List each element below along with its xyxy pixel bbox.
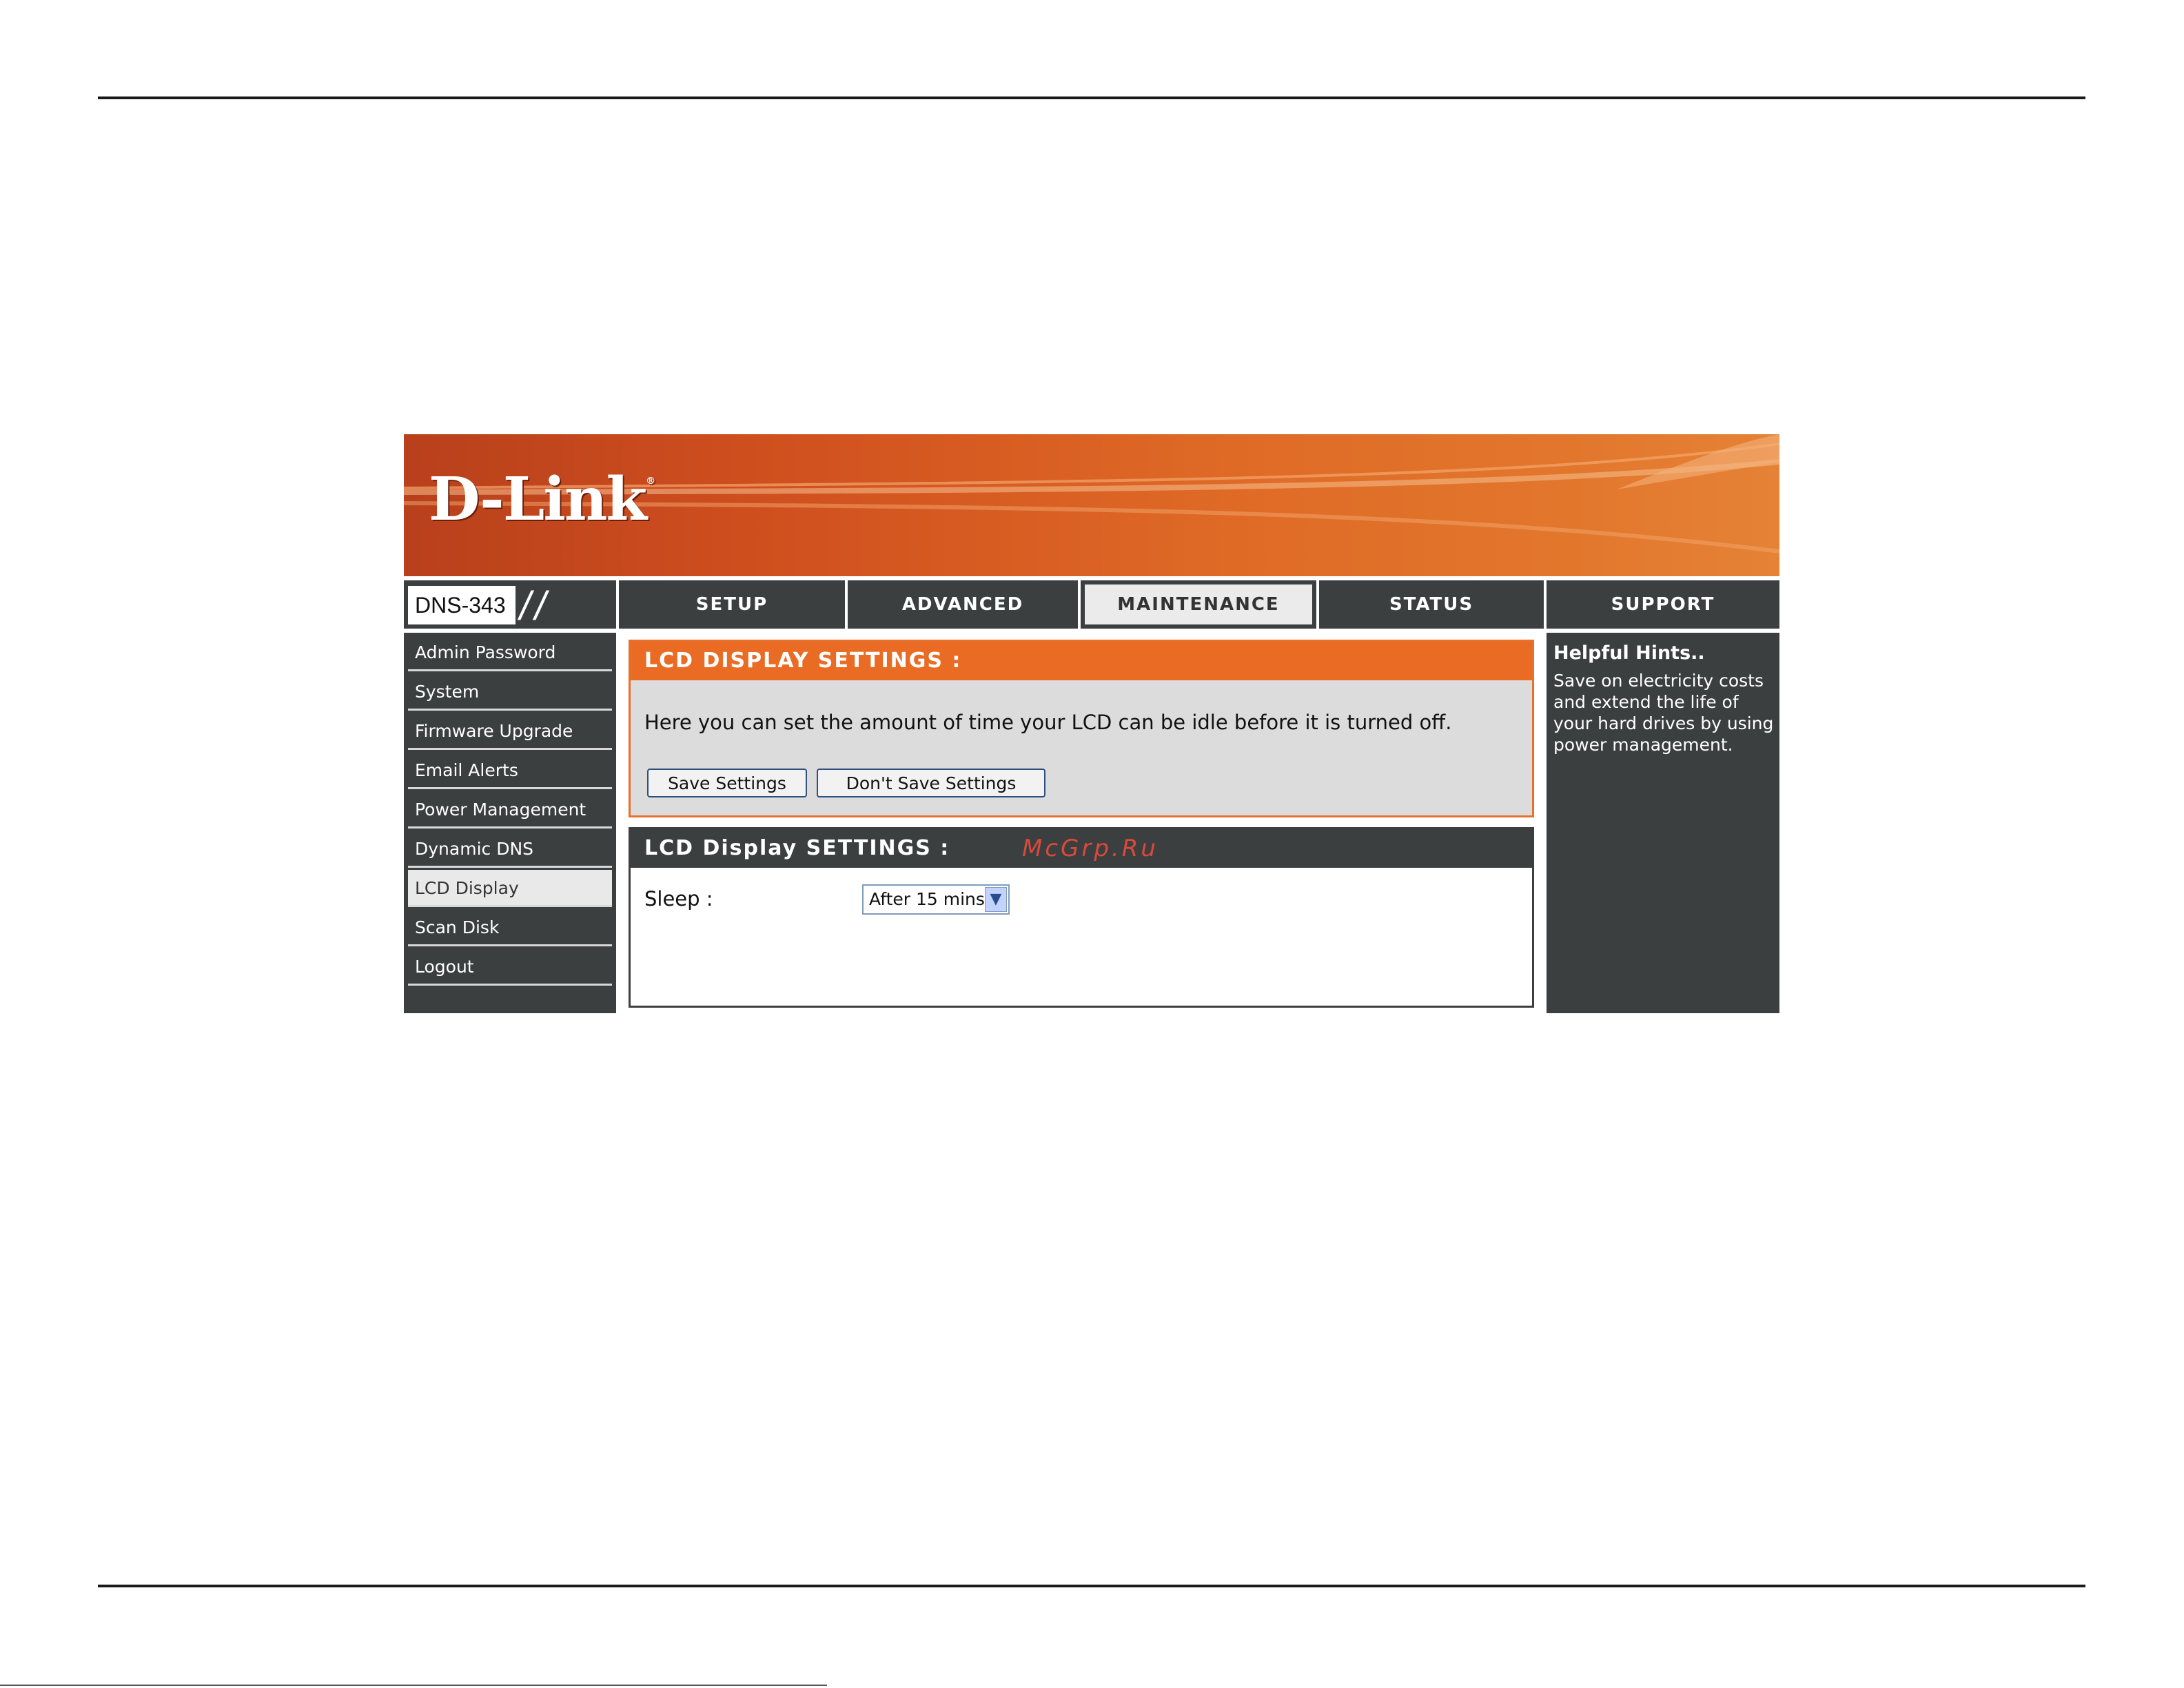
d-link-logo: D-Link® <box>429 465 655 534</box>
sleep-select-value: After 15 mins <box>869 889 985 909</box>
lcd-settings-panel: LCD DISPLAY SETTINGS : Here you can set … <box>629 640 1534 817</box>
slash-icon: / <box>535 584 547 629</box>
lcd-display-settings-panel: LCD Display SETTINGS : McGrp.Ru Sleep : … <box>629 827 1534 1008</box>
slash-icon: / <box>520 584 531 629</box>
model-label: DNS-343 <box>408 586 516 624</box>
hints-title: Helpful Hints.. <box>1553 642 1705 664</box>
sidebar-item-logout[interactable]: Logout <box>408 948 612 986</box>
sidebar-item-scan-disk[interactable]: Scan Disk <box>408 909 612 946</box>
sidebar-item-system[interactable]: System <box>408 673 612 711</box>
model-badge: DNS-343 / / <box>404 580 616 629</box>
tab-status[interactable]: STATUS <box>1319 580 1544 629</box>
sidebar-item-dynamic-dns[interactable]: Dynamic DNS <box>408 831 612 868</box>
page-edge-line <box>0 1685 827 1686</box>
sidebar-item-lcd-display[interactable]: LCD Display <box>408 870 612 907</box>
sidebar-item-firmware-upgrade[interactable]: Firmware Upgrade <box>408 713 612 750</box>
main-content: LCD DISPLAY SETTINGS : Here you can set … <box>629 640 1534 1012</box>
sidebar-item-power-management[interactable]: Power Management <box>408 791 612 828</box>
panel-title-text: LCD Display SETTINGS : <box>644 836 950 860</box>
top-divider <box>98 96 2085 99</box>
header-banner: D-Link® <box>404 434 1779 576</box>
chevron-down-icon[interactable]: ▼ <box>985 887 1007 912</box>
panel-description: Here you can set the amount of time your… <box>644 711 1452 734</box>
top-nav: DNS-343 / / SETUP ADVANCED MAINTENANCE S… <box>404 580 1779 629</box>
tab-maintenance[interactable]: MAINTENANCE <box>1081 580 1316 629</box>
bottom-divider <box>98 1585 2085 1587</box>
save-settings-button[interactable]: Save Settings <box>647 769 807 797</box>
tab-setup[interactable]: SETUP <box>619 580 845 629</box>
helpful-hints-panel: Helpful Hints.. Save on electricity cost… <box>1547 633 1779 1013</box>
sleep-select[interactable]: After 15 mins ▼ <box>862 884 1010 915</box>
tab-advanced[interactable]: ADVANCED <box>848 580 1078 629</box>
sidebar: Admin Password System Firmware Upgrade E… <box>404 633 616 1013</box>
dont-save-settings-button[interactable]: Don't Save Settings <box>817 769 1045 797</box>
hints-body: Save on electricity costs and extend the… <box>1553 671 1774 755</box>
sidebar-item-admin-password[interactable]: Admin Password <box>408 634 612 671</box>
panel-title: LCD DISPLAY SETTINGS : <box>631 642 1532 680</box>
watermark: McGrp.Ru <box>1022 835 1159 862</box>
tab-support[interactable]: SUPPORT <box>1547 580 1779 629</box>
sleep-label: Sleep : <box>644 887 713 911</box>
nas-admin-window: D-Link® DNS-343 / / SETUP ADVANCED MAINT… <box>404 434 1779 1013</box>
sidebar-item-email-alerts[interactable]: Email Alerts <box>408 752 612 789</box>
panel-title: LCD Display SETTINGS : McGrp.Ru <box>631 829 1532 868</box>
